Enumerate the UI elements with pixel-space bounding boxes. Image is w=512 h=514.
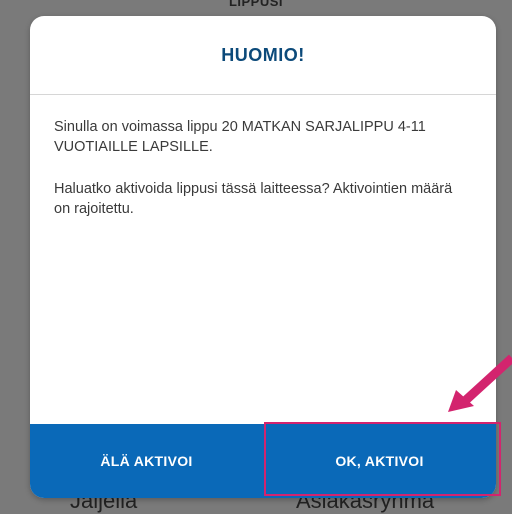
dialog-button-bar: ÄLÄ AKTIVOI OK, AKTIVOI [30, 424, 496, 498]
dialog-title: HUOMIO! [30, 16, 496, 95]
dialog-message-ticket: Sinulla on voimassa lippu 20 MATKAN SARJ… [54, 119, 426, 155]
dialog-body: Sinulla on voimassa lippu 20 MATKAN SARJ… [30, 95, 496, 219]
arrow-pointer-icon [448, 354, 512, 412]
dialog-message-question: Haluatko aktivoida lippusi tässä laittee… [54, 181, 453, 217]
alert-dialog: HUOMIO! Sinulla on voimassa lippu 20 MAT… [30, 16, 496, 498]
cancel-activate-button[interactable]: ÄLÄ AKTIVOI [30, 424, 263, 498]
confirm-activate-button[interactable]: OK, AKTIVOI [263, 424, 496, 498]
background-header-text: LIPPUSI [228, 0, 284, 9]
